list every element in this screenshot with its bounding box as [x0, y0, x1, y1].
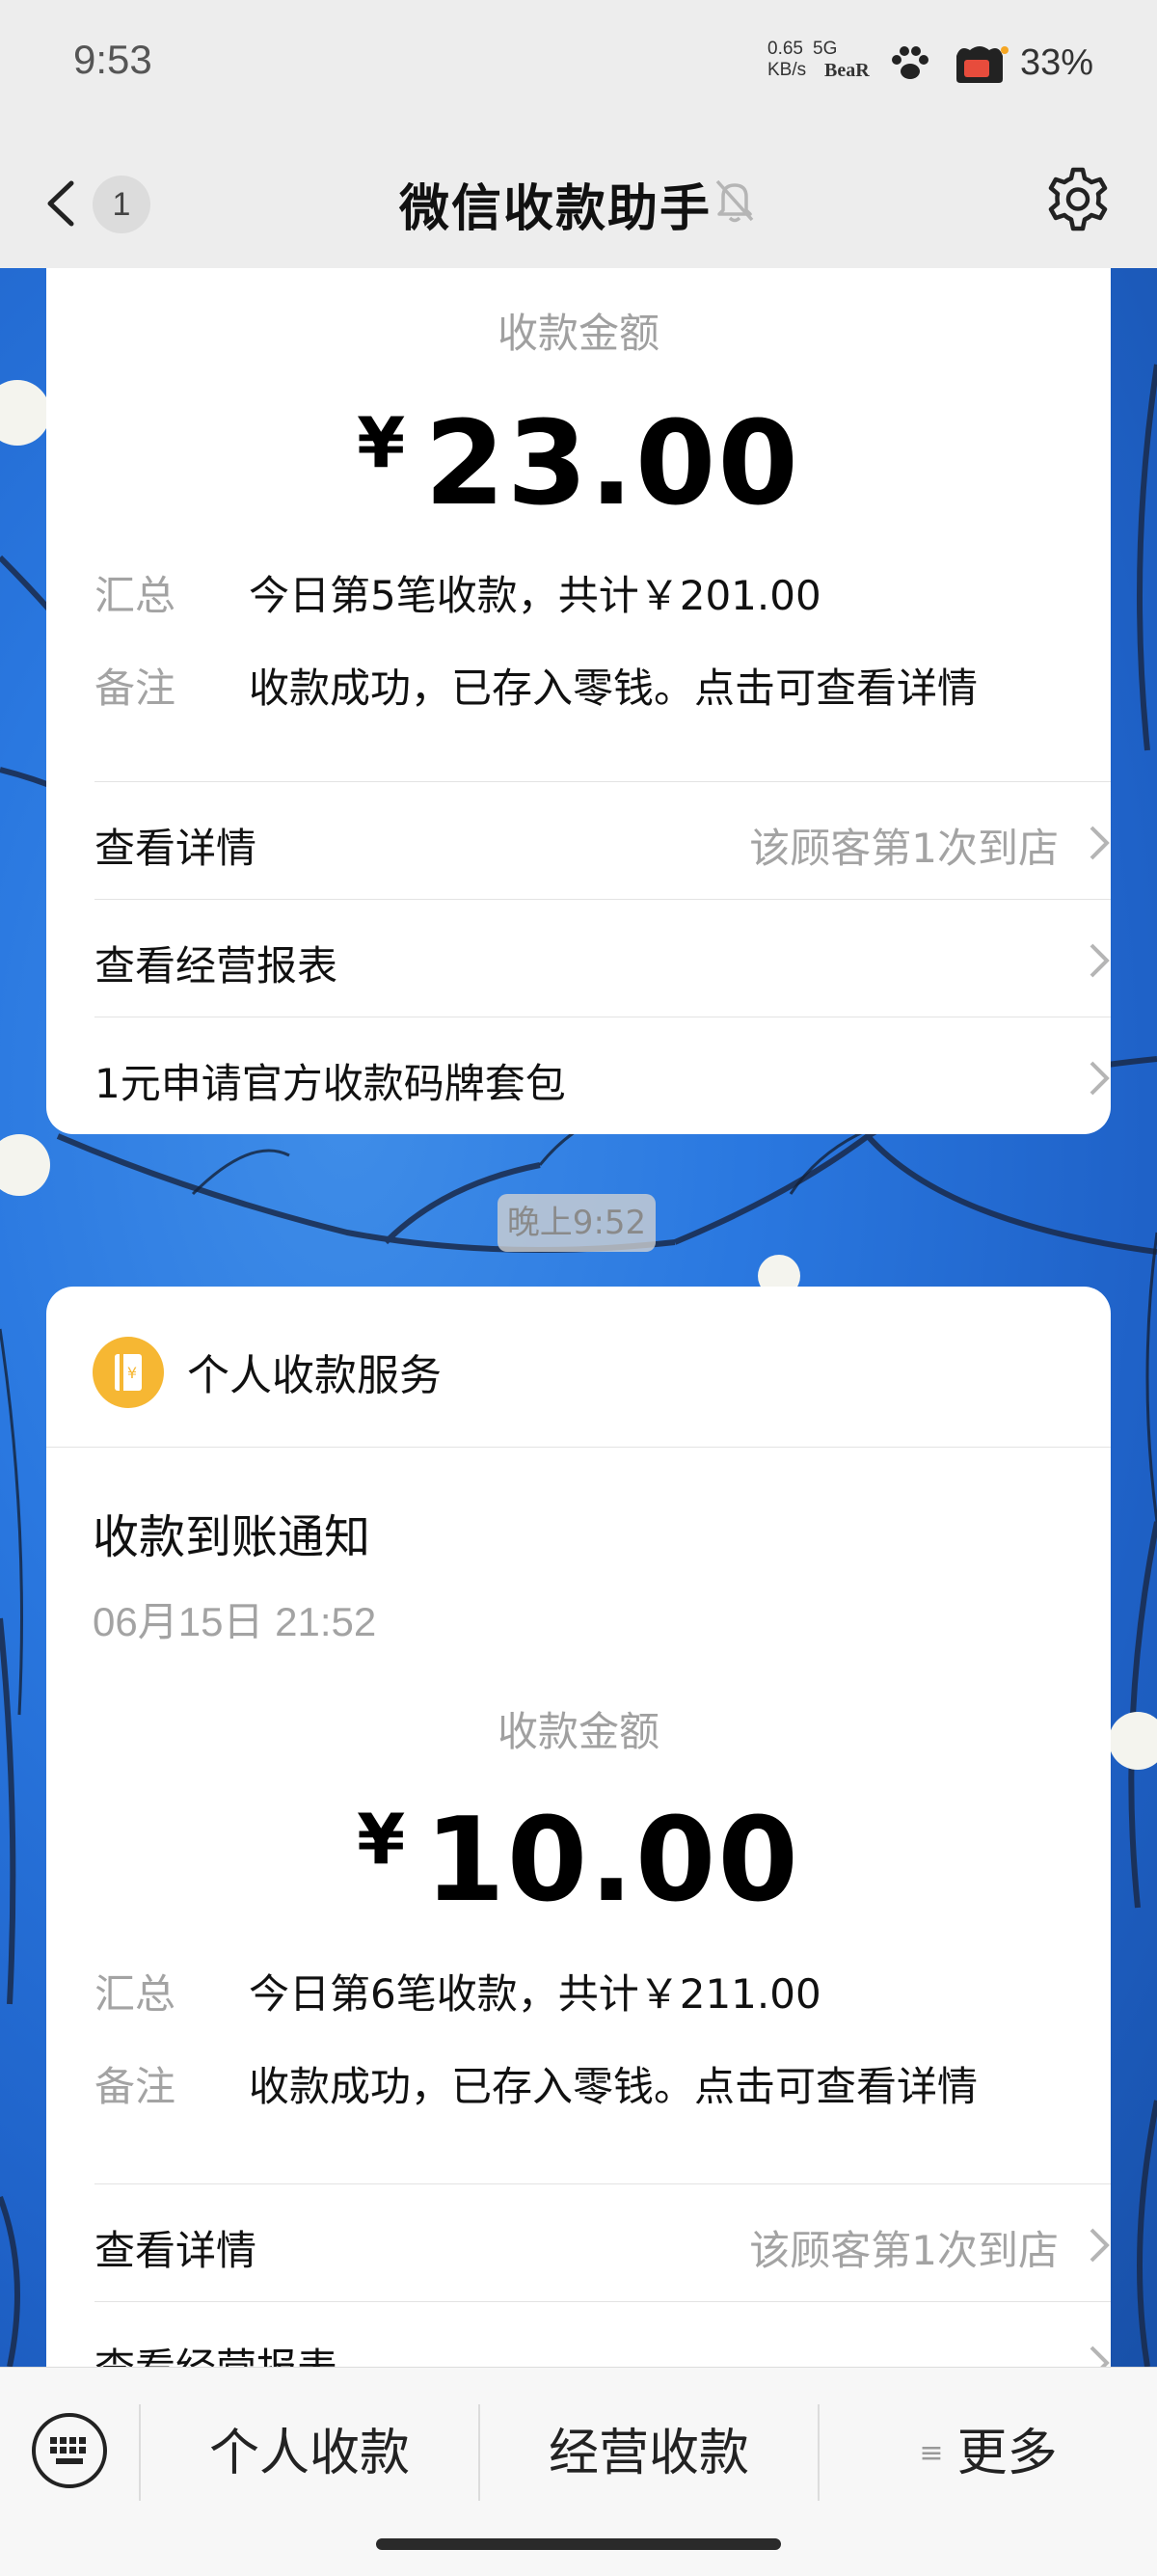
remark-value: 收款成功，已存入零钱。点击可查看详情: [249, 2063, 979, 2110]
chevron-right-icon: [1090, 943, 1110, 978]
currency-symbol: ¥: [357, 1799, 408, 1880]
network-speed: 0.65 KB/s: [767, 39, 806, 81]
gear-icon: [1048, 167, 1108, 231]
keyboard-icon: [32, 2413, 107, 2488]
tab-business-payment[interactable]: 经营收款: [480, 2412, 818, 2484]
settings-button[interactable]: [1041, 164, 1115, 237]
divider: [46, 1447, 1111, 1448]
summary-label: 汇总: [94, 572, 176, 619]
amount-label: 收款金额: [497, 1708, 659, 1755]
page-title: 微信收款助手: [399, 180, 713, 238]
notification-date: 06月15日 21:52: [93, 1599, 377, 1644]
muted-bell-icon: [713, 177, 756, 228]
unread-count-badge: 1: [93, 176, 150, 233]
divider: [94, 781, 1111, 782]
summary-label: 汇总: [94, 1970, 176, 2018]
tab-personal-payment[interactable]: 个人收款: [141, 2412, 478, 2484]
customer-visit-hint: 该顾客第1次到店: [749, 2227, 1059, 2274]
home-indicator[interactable]: [376, 2538, 781, 2550]
tab-more-label: 更多: [956, 2425, 1058, 2482]
payment-amount: ¥10.00: [46, 1794, 1111, 1928]
svg-text:¥: ¥: [127, 1364, 137, 1382]
remark-label: 备注: [94, 2063, 176, 2110]
divider: [94, 2301, 1111, 2302]
apply-qr-sign-row[interactable]: 1元申请官方收款码牌套包: [94, 1020, 1111, 1136]
notification-title: 收款到账通知: [93, 1510, 371, 1564]
carrier-badge: BeaR: [824, 60, 870, 81]
payment-notification-card[interactable]: ¥ 个人收款服务 收款到账通知 06月15日 21:52 收款金额 ¥10.00…: [46, 1287, 1111, 2425]
amount-value: 10.00: [424, 1794, 800, 1928]
business-report-row[interactable]: 查看经营报表: [94, 903, 1111, 1018]
currency-symbol: ¥: [357, 402, 408, 483]
status-bar: 9:53 0.65 KB/s 5G BeaR 33%: [0, 0, 1157, 135]
payment-amount: ¥23.00: [46, 397, 1111, 531]
back-button[interactable]: 1: [39, 170, 164, 235]
menu-icon: ≡: [919, 2436, 944, 2470]
customer-visit-hint: 该顾客第1次到店: [749, 825, 1059, 872]
remark-value: 收款成功，已存入零钱。点击可查看详情: [249, 664, 979, 712]
business-report-label: 查看经营报表: [94, 942, 338, 990]
network-speed-unit: KB/s: [767, 60, 807, 80]
remark-label: 备注: [94, 664, 176, 712]
status-time: 9:53: [73, 37, 152, 82]
summary-value: 今日第6笔收款，共计￥211.00: [249, 1970, 821, 2018]
chevron-right-icon: [1090, 1061, 1110, 1096]
service-name: 个人收款服务: [187, 1351, 442, 1400]
time-divider: 晚上9:52: [498, 1194, 656, 1252]
paw-icon: [889, 44, 931, 87]
back-chevron-icon: [47, 180, 74, 227]
view-details-row[interactable]: 查看详情 该顾客第1次到店: [94, 785, 1111, 901]
summary-value: 今日第5笔收款，共计￥201.00: [249, 572, 821, 619]
apply-qr-sign-label: 1元申请官方收款码牌套包: [94, 1060, 566, 1107]
divider: [94, 2183, 1111, 2184]
personal-payment-service-icon: ¥: [93, 1337, 164, 1408]
network-speed-value: 0.65: [767, 39, 803, 59]
amount-label: 收款金额: [497, 310, 659, 357]
view-details-row[interactable]: 查看详情 该顾客第1次到店: [94, 2187, 1111, 2303]
payment-notification-card[interactable]: 收款金额 ¥23.00 汇总 今日第5笔收款，共计￥201.00 备注 收款成功…: [46, 268, 1111, 1134]
keyboard-toggle-button[interactable]: [29, 2410, 110, 2491]
chevron-right-icon: [1090, 826, 1110, 860]
divider: [94, 899, 1111, 900]
view-details-label: 查看详情: [94, 2227, 257, 2274]
network-type: 5G: [813, 39, 838, 59]
tab-more[interactable]: ≡ 更多: [820, 2412, 1157, 2484]
nav-bar: 1 微信收款助手: [0, 135, 1157, 270]
battery-percent: 33%: [1020, 42, 1094, 83]
chevron-right-icon: [1090, 2228, 1110, 2263]
battery-icon: [951, 42, 1010, 89]
amount-value: 23.00: [424, 397, 800, 531]
view-details-label: 查看详情: [94, 825, 257, 872]
